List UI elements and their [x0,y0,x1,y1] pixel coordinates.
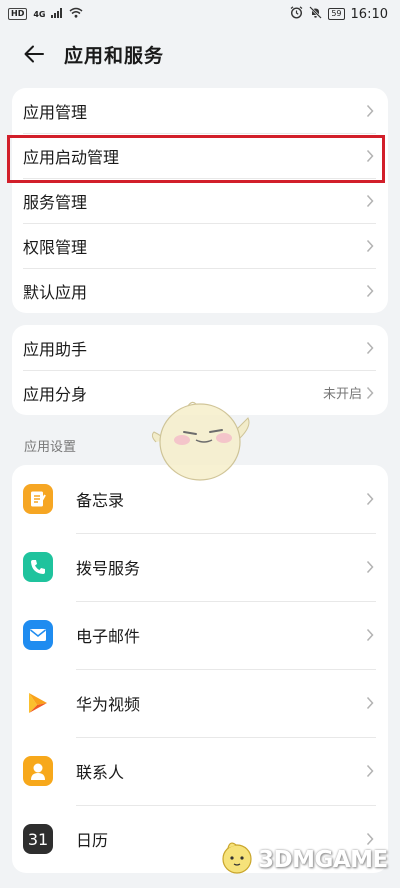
chevron-right-icon [366,560,376,574]
calendar-day: 31 [27,829,49,849]
watermark: 3DMGAME [218,838,388,882]
chevron-right-icon [366,239,376,253]
status-right: 59 16:10 [290,6,388,22]
default-apps-row[interactable]: 默认应用 [12,268,388,313]
chevron-right-icon [366,764,376,778]
phone-icon [23,552,53,582]
calendar-icon: 31 [23,824,53,854]
app-launch-manager-row[interactable]: 应用启动管理 [12,133,388,178]
app-manager-row[interactable]: 应用管理 [12,88,388,133]
mascot-illustration [148,398,254,492]
app-row-contacts[interactable]: 联系人 [12,737,388,805]
chevron-right-icon [366,284,376,298]
row-label: 应用助手 [23,339,88,359]
row-label: 默认应用 [23,282,88,302]
chevron-right-icon [366,386,376,400]
watermark-text: 3DMGAME [258,847,388,873]
row-label: 服务管理 [23,192,88,212]
chevron-right-icon [366,149,376,163]
app-row-email[interactable]: 电子邮件 [12,601,388,669]
app-row-dialer[interactable]: 拨号服务 [12,533,388,601]
back-arrow-icon[interactable] [22,42,46,66]
app-assistant-row[interactable]: 应用助手 [12,325,388,370]
chevron-right-icon [366,628,376,642]
permission-manager-row[interactable]: 权限管理 [12,223,388,268]
network-indicator: 4G [33,9,46,19]
app-management-card: 应用管理 应用启动管理 服务管理 权限管理 默认应用 [12,88,388,313]
app-row-video[interactable]: 华为视频 [12,669,388,737]
hd-indicator: HD [8,8,28,20]
row-label: 应用管理 [23,102,88,122]
row-label: 应用启动管理 [23,147,120,167]
video-icon [23,688,53,718]
app-label: 拨号服务 [76,559,141,578]
alarm-icon [290,6,303,22]
app-label: 联系人 [76,763,125,782]
app-label: 华为视频 [76,695,141,714]
clock: 16:10 [350,6,388,22]
email-icon [23,620,53,650]
signal-icon [51,7,63,21]
chevron-right-icon [366,194,376,208]
status-left: HD 4G [8,7,83,21]
header: 应用和服务 [0,28,400,80]
page-title: 应用和服务 [64,44,165,67]
chevron-right-icon [366,696,376,710]
battery-indicator: 59 [328,8,345,20]
chevron-right-icon [366,104,376,118]
app-label: 电子邮件 [76,627,141,646]
app-settings-card: 备忘录 拨号服务 电子邮件 华为视频 联系人 31 日历 [12,465,388,873]
app-twin-status: 未开启 [322,387,362,402]
watermark-logo-icon [218,838,256,882]
notepad-icon [23,484,53,514]
status-bar: HD 4G 59 16:10 [0,0,400,28]
service-manager-row[interactable]: 服务管理 [12,178,388,223]
chevron-right-icon [366,492,376,506]
contact-icon [23,756,53,786]
mute-icon [309,6,323,22]
row-label: 权限管理 [23,237,88,257]
wifi-icon [69,7,83,21]
chevron-right-icon [366,341,376,355]
